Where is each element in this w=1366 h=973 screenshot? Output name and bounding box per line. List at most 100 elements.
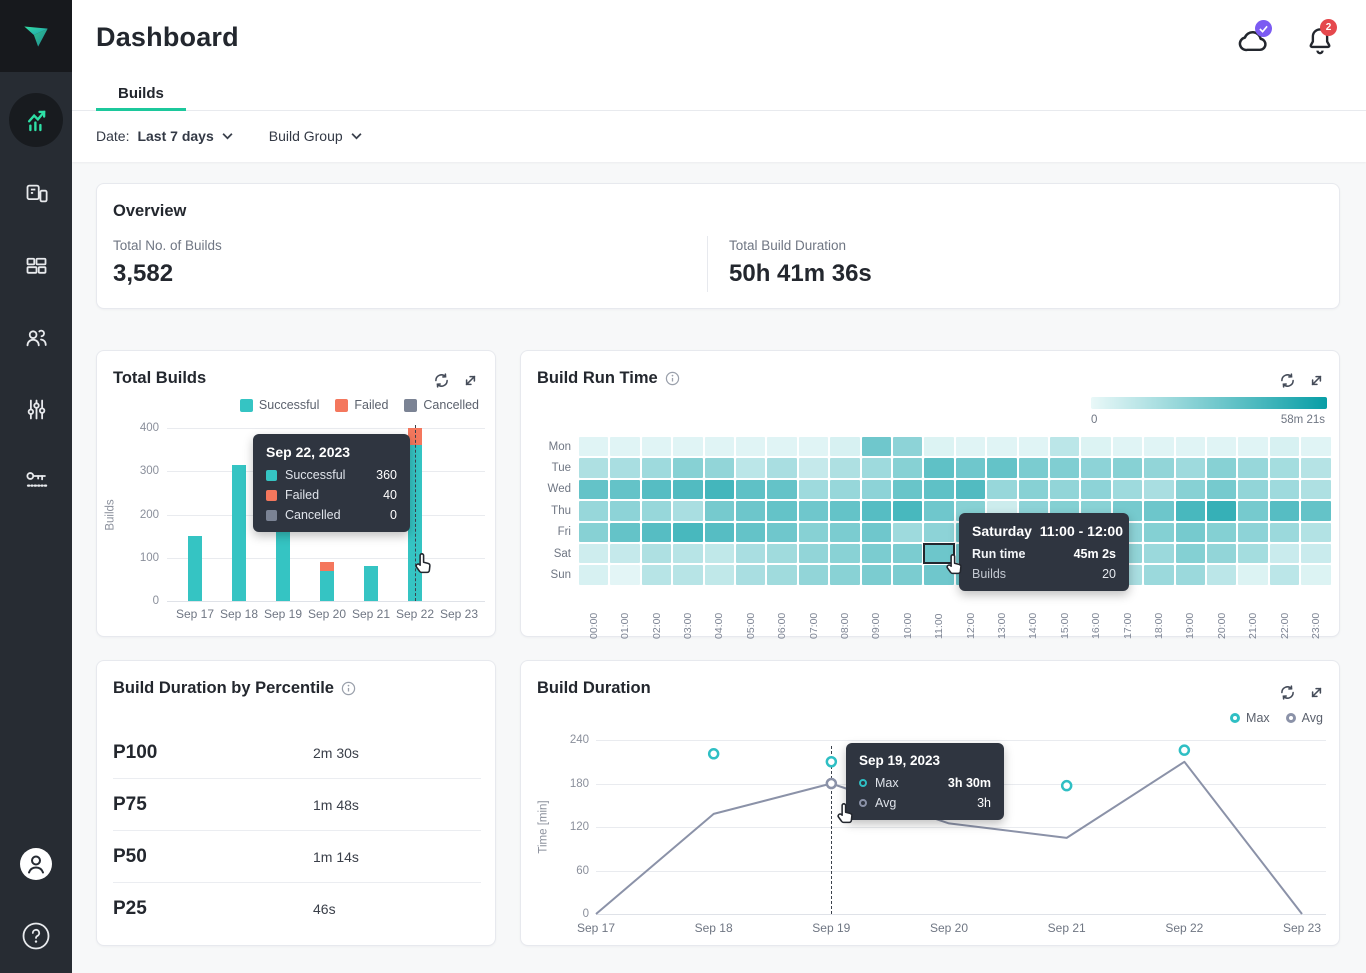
heatmap-cell[interactable] xyxy=(1081,480,1110,499)
heatmap-cell[interactable] xyxy=(1081,458,1110,477)
heatmap-cell[interactable] xyxy=(862,458,891,477)
heatmap-cell[interactable] xyxy=(830,480,859,499)
heatmap-cell[interactable] xyxy=(830,458,859,477)
cloud-sync-button[interactable] xyxy=(1237,24,1271,61)
heatmap-cell[interactable] xyxy=(1270,480,1299,499)
heatmap-cell[interactable] xyxy=(987,480,1016,499)
heatmap-cell[interactable] xyxy=(830,501,859,520)
build-group-filter-dropdown[interactable]: Build Group xyxy=(269,128,362,144)
bar-segment-successful[interactable] xyxy=(188,536,202,601)
heatmap-cell[interactable] xyxy=(767,523,796,542)
heatmap-cell[interactable] xyxy=(862,544,891,563)
heatmap-cell[interactable] xyxy=(1207,458,1236,477)
heatmap-cell[interactable] xyxy=(1207,437,1236,456)
heatmap-cell[interactable] xyxy=(1176,523,1205,542)
heatmap-cell[interactable] xyxy=(1301,480,1330,499)
info-icon[interactable] xyxy=(341,681,356,696)
heatmap-cell[interactable] xyxy=(705,501,734,520)
heatmap-cell[interactable] xyxy=(767,544,796,563)
heatmap-cell[interactable] xyxy=(1144,480,1173,499)
heatmap-cell[interactable] xyxy=(987,458,1016,477)
heatmap-cell[interactable] xyxy=(1176,501,1205,520)
heatmap-cell[interactable] xyxy=(767,458,796,477)
heatmap-cell[interactable] xyxy=(799,523,828,542)
heatmap-cell[interactable] xyxy=(673,437,702,456)
heatmap-cell[interactable] xyxy=(1301,523,1330,542)
heatmap-cell[interactable] xyxy=(736,523,765,542)
heatmap-cell[interactable] xyxy=(1270,523,1299,542)
heatmap-cell[interactable] xyxy=(642,523,671,542)
heatmap-cell[interactable] xyxy=(1238,544,1267,563)
heatmap-cell[interactable] xyxy=(1019,458,1048,477)
heatmap-cell[interactable] xyxy=(579,544,608,563)
heatmap-cell[interactable] xyxy=(673,544,702,563)
sidebar-item-api-keys[interactable] xyxy=(0,460,72,500)
heatmap-cell[interactable] xyxy=(1176,458,1205,477)
heatmap-cell[interactable] xyxy=(1144,458,1173,477)
heatmap-cell[interactable] xyxy=(799,437,828,456)
heatmap-cell[interactable] xyxy=(642,565,671,584)
sidebar-item-devices[interactable] xyxy=(0,173,72,213)
heatmap-cell[interactable] xyxy=(956,480,985,499)
heatmap-cell[interactable] xyxy=(956,458,985,477)
heatmap-cell[interactable] xyxy=(799,565,828,584)
heatmap-cell[interactable] xyxy=(893,480,922,499)
heatmap-cell[interactable] xyxy=(705,458,734,477)
heatmap-cell[interactable] xyxy=(579,480,608,499)
heatmap-cell[interactable] xyxy=(705,523,734,542)
heatmap-cell[interactable] xyxy=(893,523,922,542)
heatmap-cell[interactable] xyxy=(956,437,985,456)
heatmap-cell[interactable] xyxy=(579,458,608,477)
heatmap-cell[interactable] xyxy=(830,544,859,563)
heatmap-cell[interactable] xyxy=(673,565,702,584)
heatmap-cell[interactable] xyxy=(799,544,828,563)
heatmap-cell[interactable] xyxy=(1113,437,1142,456)
heatmap-cell[interactable] xyxy=(673,523,702,542)
heatmap-cell[interactable] xyxy=(767,501,796,520)
heatmap-cell[interactable] xyxy=(1113,480,1142,499)
heatmap-cell[interactable] xyxy=(830,523,859,542)
heatmap-cell[interactable] xyxy=(736,501,765,520)
heatmap-cell[interactable] xyxy=(673,480,702,499)
heatmap-cell[interactable] xyxy=(767,480,796,499)
bar-segment-failed[interactable] xyxy=(320,562,334,571)
heatmap-cell[interactable] xyxy=(610,501,639,520)
heatmap-cell[interactable] xyxy=(799,458,828,477)
heatmap-cell[interactable] xyxy=(1207,544,1236,563)
heatmap-cell[interactable] xyxy=(862,565,891,584)
heatmap-cell[interactable] xyxy=(579,523,608,542)
heatmap-cell[interactable] xyxy=(610,565,639,584)
heatmap-cell[interactable] xyxy=(736,480,765,499)
heatmap-cell[interactable] xyxy=(1207,480,1236,499)
heatmap-cell[interactable] xyxy=(1176,480,1205,499)
heatmap-cell[interactable] xyxy=(673,458,702,477)
heatmap-cell[interactable] xyxy=(924,458,953,477)
bar-segment-successful[interactable] xyxy=(320,571,334,601)
heatmap-cell[interactable] xyxy=(924,523,953,542)
heatmap-cell[interactable] xyxy=(1081,437,1110,456)
heatmap-cell[interactable] xyxy=(1207,523,1236,542)
heatmap-cell[interactable] xyxy=(924,480,953,499)
heatmap-cell[interactable] xyxy=(924,501,953,520)
heatmap-cell[interactable] xyxy=(642,458,671,477)
heatmap-cell[interactable] xyxy=(642,480,671,499)
heatmap-cell[interactable] xyxy=(579,565,608,584)
heatmap-cell[interactable] xyxy=(1019,437,1048,456)
heatmap-cell[interactable] xyxy=(767,437,796,456)
heatmap-cell[interactable] xyxy=(736,565,765,584)
heatmap-cell[interactable] xyxy=(1207,565,1236,584)
heatmap-cell[interactable] xyxy=(579,437,608,456)
heatmap-cell[interactable] xyxy=(1144,523,1173,542)
heatmap-cell[interactable] xyxy=(1301,544,1330,563)
heatmap-cell[interactable] xyxy=(1176,544,1205,563)
heatmap-cell[interactable] xyxy=(610,480,639,499)
heatmap-cell[interactable] xyxy=(862,437,891,456)
heatmap-cell[interactable] xyxy=(642,501,671,520)
heatmap-cell[interactable] xyxy=(1144,544,1173,563)
heatmap-cell[interactable] xyxy=(736,544,765,563)
heatmap-cell[interactable] xyxy=(1144,501,1173,520)
heatmap-cell[interactable] xyxy=(893,565,922,584)
heatmap-cell[interactable] xyxy=(1301,437,1330,456)
heatmap-cell[interactable] xyxy=(893,544,922,563)
notifications-button[interactable]: 2 xyxy=(1305,24,1335,61)
